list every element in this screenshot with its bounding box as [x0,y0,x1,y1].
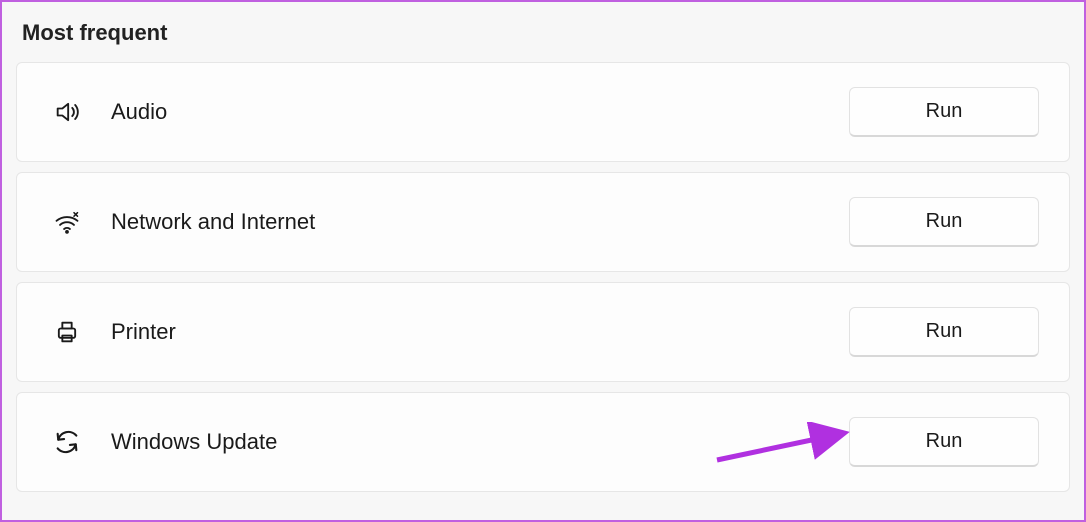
refresh-icon [51,426,83,458]
run-button-printer[interactable]: Run [849,307,1039,357]
item-label: Windows Update [111,429,849,455]
speaker-icon [51,96,83,128]
list-item-windows-update[interactable]: Windows Update Run [16,392,1070,492]
run-button-audio[interactable]: Run [849,87,1039,137]
troubleshooter-list: Audio Run Network and Internet Run [16,62,1070,492]
item-label: Network and Internet [111,209,849,235]
wifi-icon [51,206,83,238]
run-button-windows-update[interactable]: Run [849,417,1039,467]
item-label: Printer [111,319,849,345]
run-button-network[interactable]: Run [849,197,1039,247]
item-label: Audio [111,99,849,125]
list-item-printer[interactable]: Printer Run [16,282,1070,382]
section-title: Most frequent [22,20,1070,46]
list-item-audio[interactable]: Audio Run [16,62,1070,162]
troubleshooter-panel: Most frequent Audio Run [0,0,1086,522]
printer-icon [51,316,83,348]
list-item-network[interactable]: Network and Internet Run [16,172,1070,272]
